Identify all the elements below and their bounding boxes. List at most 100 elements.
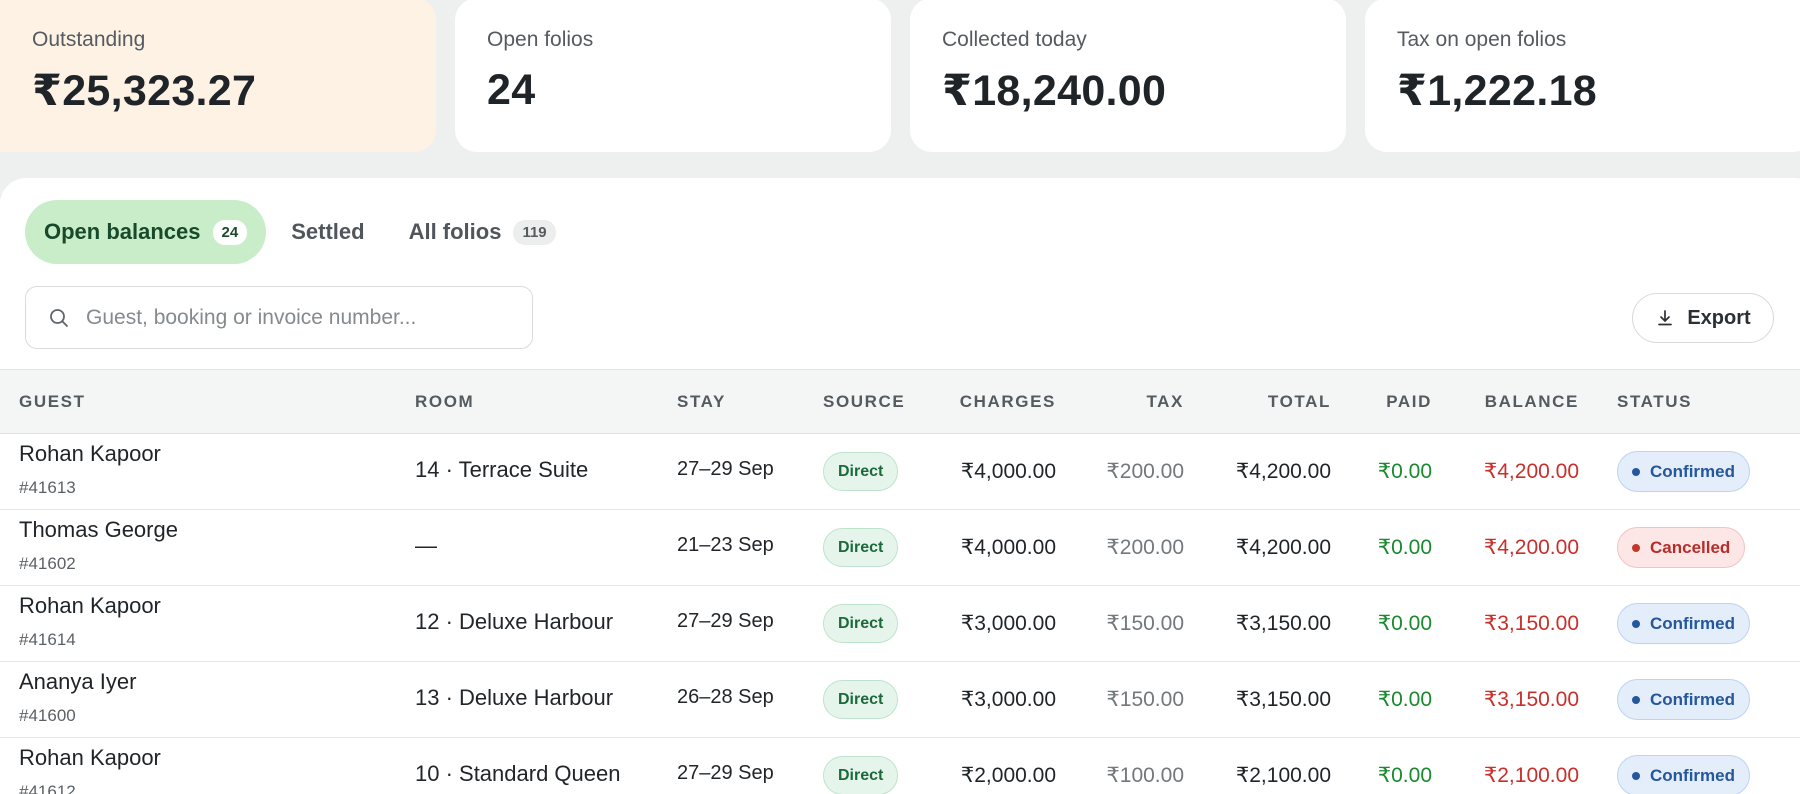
search-input[interactable] [86, 305, 506, 330]
summary-card-tax-open-folios: Tax on open folios ₹1,222.18 [1365, 0, 1800, 152]
stay-dates: 21–23 Sep [677, 534, 774, 556]
balance-amount: ₹4,200.00 [1483, 460, 1579, 483]
tax-amount: ₹100.00 [1106, 764, 1184, 787]
room: 13 · Deluxe Harbour [415, 685, 614, 710]
folios-panel: Open balances 24 Settled All folios 119 … [0, 178, 1800, 794]
source-badge: Direct [823, 452, 899, 491]
total-amount: ₹3,150.00 [1235, 612, 1331, 635]
guest-name[interactable]: Thomas George [19, 517, 178, 543]
tax-amount: ₹200.00 [1106, 536, 1184, 559]
tab-count-badge: 24 [212, 219, 248, 245]
booking-number: #41613 [19, 478, 76, 497]
paid-amount: ₹0.00 [1377, 688, 1432, 711]
total-amount: ₹4,200.00 [1235, 536, 1331, 559]
summary-card-label: Tax on open folios [1397, 28, 1567, 51]
status-label: Confirmed [1650, 462, 1735, 481]
tab-label: Settled [291, 219, 365, 244]
charges-amount: ₹3,000.00 [960, 688, 1056, 711]
status-label: Cancelled [1650, 538, 1731, 557]
tab-open-balances[interactable]: Open balances 24 [25, 200, 267, 264]
search-box [25, 286, 533, 349]
guest-name[interactable]: Rohan Kapoor [19, 593, 161, 619]
total-amount: ₹3,150.00 [1235, 688, 1331, 711]
tax-amount: ₹200.00 [1106, 460, 1184, 483]
guest-name[interactable]: Rohan Kapoor [19, 745, 161, 771]
guest-name[interactable]: Rohan Kapoor [19, 441, 161, 467]
tax-amount: ₹150.00 [1106, 688, 1184, 711]
tab-count-badge: 119 [513, 219, 556, 245]
charges-amount: ₹2,000.00 [960, 764, 1056, 787]
status-badge: Confirmed [1617, 603, 1750, 644]
balance-amount: ₹3,150.00 [1483, 612, 1579, 635]
search-icon [48, 307, 70, 329]
paid-amount: ₹0.00 [1377, 536, 1432, 559]
column-header-room[interactable]: ROOM [415, 370, 474, 433]
tab-label: Open balances [44, 219, 201, 244]
status-dot-icon [1632, 467, 1640, 476]
summary-card-label: Open folios [487, 28, 594, 51]
stay-dates: 27–29 Sep [677, 458, 774, 480]
table-row[interactable]: Rohan Kapoor #41612 10 · Standard Queen … [0, 738, 1800, 794]
source-badge: Direct [823, 756, 899, 794]
column-header-source[interactable]: SOURCE [823, 370, 905, 433]
tab-all-folios[interactable]: All folios 119 [390, 200, 575, 264]
total-amount: ₹2,100.00 [1235, 764, 1331, 787]
room: — [415, 533, 437, 558]
summary-card-open-folios: Open folios 24 [455, 0, 891, 152]
status-badge: Confirmed [1617, 451, 1750, 492]
tab-label: All folios [408, 219, 502, 244]
stay-dates: 27–29 Sep [677, 610, 774, 632]
summary-card-label: Collected today [942, 28, 1087, 51]
summary-card-value: ₹1,222.18 [1397, 67, 1598, 115]
column-header-charges[interactable]: CHARGES [960, 370, 1056, 433]
column-header-balance[interactable]: BALANCE [1485, 370, 1579, 433]
guest-name[interactable]: Ananya Iyer [19, 669, 136, 695]
column-header-stay[interactable]: STAY [677, 370, 726, 433]
stay-dates: 27–29 Sep [677, 762, 774, 784]
folio-table-body: Rohan Kapoor #41613 14 · Terrace Suite 2… [0, 434, 1800, 794]
charges-amount: ₹4,000.00 [960, 460, 1056, 483]
summary-cards: Outstanding ₹25,323.27 Open folios 24 Co… [0, 0, 1800, 152]
total-amount: ₹4,200.00 [1235, 460, 1331, 483]
download-icon [1655, 308, 1675, 328]
column-header-tax[interactable]: TAX [1146, 370, 1184, 433]
summary-card-label: Outstanding [32, 28, 146, 51]
booking-number: #41614 [19, 630, 76, 649]
column-header-paid[interactable]: PAID [1386, 370, 1432, 433]
paid-amount: ₹0.00 [1377, 612, 1432, 635]
tax-amount: ₹150.00 [1106, 612, 1184, 635]
charges-amount: ₹4,000.00 [960, 536, 1056, 559]
room: 14 · Terrace Suite [415, 457, 589, 482]
column-header-total[interactable]: TOTAL [1268, 370, 1331, 433]
stay-dates: 26–28 Sep [677, 686, 774, 708]
export-button[interactable]: Export [1632, 293, 1774, 343]
status-label: Confirmed [1650, 614, 1735, 633]
balance-amount: ₹2,100.00 [1483, 764, 1579, 787]
summary-card-value: 24 [487, 66, 536, 114]
folio-tabs: Open balances 24 Settled All folios 119 [25, 200, 581, 264]
room: 12 · Deluxe Harbour [415, 609, 614, 634]
source-badge: Direct [823, 680, 899, 719]
status-dot-icon [1632, 543, 1640, 552]
summary-card-value: ₹25,323.27 [32, 67, 257, 115]
paid-amount: ₹0.00 [1377, 460, 1432, 483]
column-header-guest[interactable]: GUEST [19, 370, 86, 433]
table-row[interactable]: Ananya Iyer #41600 13 · Deluxe Harbour 2… [0, 662, 1800, 738]
paid-amount: ₹0.00 [1377, 764, 1432, 787]
balance-amount: ₹3,150.00 [1483, 688, 1579, 711]
booking-number: #41602 [19, 554, 76, 573]
column-header-status[interactable]: STATUS [1617, 370, 1692, 433]
table-row[interactable]: Thomas George #41602 — 21–23 Sep Direct … [0, 510, 1800, 586]
table-row[interactable]: Rohan Kapoor #41614 12 · Deluxe Harbour … [0, 586, 1800, 662]
table-row[interactable]: Rohan Kapoor #41613 14 · Terrace Suite 2… [0, 434, 1800, 510]
room: 10 · Standard Queen [415, 761, 621, 786]
status-label: Confirmed [1650, 690, 1735, 709]
export-label: Export [1687, 306, 1751, 329]
status-label: Confirmed [1650, 766, 1735, 785]
table-header: GUEST ROOM STAY SOURCE CHARGES TAX TOTAL… [0, 369, 1800, 434]
booking-number: #41612 [19, 782, 76, 794]
booking-number: #41600 [19, 706, 76, 725]
summary-card-collected-today: Collected today ₹18,240.00 [910, 0, 1346, 152]
tab-settled[interactable]: Settled [272, 200, 383, 264]
status-dot-icon [1632, 695, 1640, 704]
